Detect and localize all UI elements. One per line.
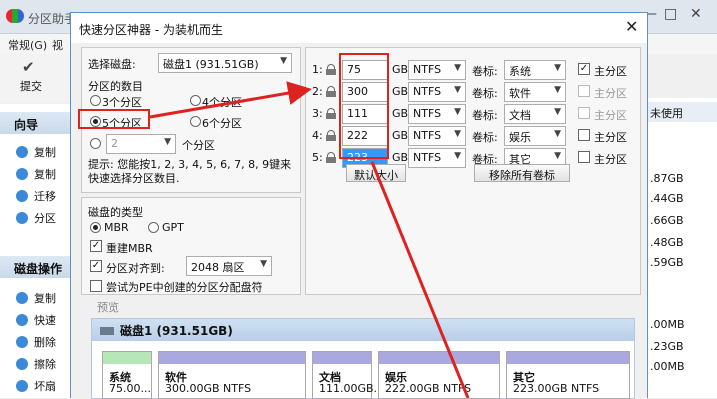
annotation-arrows [149, 81, 470, 398]
arrow-to-preview [370, 161, 470, 398]
arrow-to-sizes [149, 81, 312, 119]
